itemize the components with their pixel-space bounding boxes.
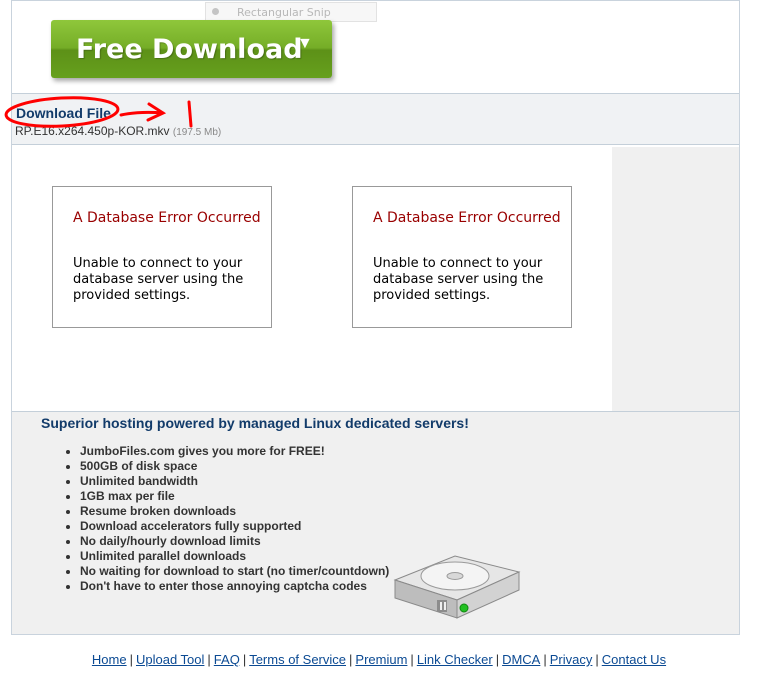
footer-separator: | [595,652,599,667]
footer-link-privacy[interactable]: Privacy [550,652,593,667]
error-box: A Database Error Occurred Unable to conn… [352,186,572,328]
list-item: Unlimited parallel downloads [80,549,389,564]
footer-separator: | [410,652,414,667]
file-name-text: RP.E16.x264.450p-KOR.mkv [15,124,170,138]
footer-separator: | [495,652,500,667]
footer-link-premium[interactable]: Premium [355,652,407,667]
file-info-bar: Download File RP.E16.x264.450p-KOR.mkv (… [12,93,739,145]
hard-drive-icon [393,555,521,619]
list-item: Resume broken downloads [80,504,389,519]
list-item: Don't have to enter those annoying captc… [80,579,389,594]
chevron-down-icon: ▼ [297,35,313,52]
footer-link-faq[interactable]: FAQ [214,652,240,667]
snip-tool-bar[interactable]: Rectangular Snip [205,2,377,22]
footer-separator: | [349,652,353,667]
promo-section: Superior hosting powered by managed Linu… [12,411,739,634]
promo-headline: Superior hosting powered by managed Linu… [41,415,469,431]
list-item: 500GB of disk space [80,459,389,474]
list-item: No waiting for download to start (no tim… [80,564,389,579]
footer-separator: | [543,652,547,667]
error-title: A Database Error Occurred [73,210,261,226]
footer-separator: | [207,652,211,667]
list-item: 1GB max per file [80,489,389,504]
file-size: (197.5 Mb) [172,127,222,138]
list-item: JumboFiles.com gives you more for FREE! [80,444,389,459]
free-download-label: Free Download [76,34,303,65]
list-item: Download accelerators fully supported [80,519,389,534]
download-file-title: Download File [16,105,111,121]
free-download-button[interactable]: Free Download ▼ [51,20,332,78]
error-title: A Database Error Occurred [373,210,561,226]
footer-separator: | [242,652,247,667]
error-message: Unable to connect to your database serve… [373,256,544,303]
list-item: Unlimited bandwidth [80,474,389,489]
list-item: No daily/hourly download limits [80,534,389,549]
footer-link-terms[interactable]: Terms of Service [249,652,346,667]
footer-link-contact-us[interactable]: Contact Us [602,652,666,667]
footer-link-dmca[interactable]: DMCA [502,652,540,667]
footer-separator: | [129,652,133,667]
footer-link-home[interactable]: Home [92,652,127,667]
snip-label: Rectangular Snip [237,6,331,19]
file-name: RP.E16.x264.450p-KOR.mkv (197.5 Mb) [15,124,221,138]
footer-links: Home | Upload Tool | FAQ | Terms of Service | Pr… [0,652,758,667]
error-message: Unable to connect to your database serve… [73,256,244,303]
feature-list: JumboFiles.com gives you more for FREE! … [44,444,389,594]
snip-icon [212,8,219,15]
footer-link-upload-tool[interactable]: Upload Tool [136,652,204,667]
footer-link-link-checker[interactable]: Link Checker [417,652,493,667]
error-box: A Database Error Occurred Unable to conn… [52,186,272,328]
sidebar-panel [612,147,739,411]
